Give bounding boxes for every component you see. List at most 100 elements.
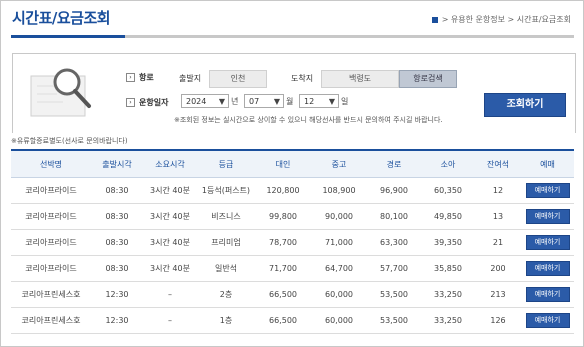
senior-fare: 80,100 (367, 203, 421, 230)
remaining-seats: 13 (475, 203, 521, 230)
reserve-cell: 예매하기 (521, 177, 574, 204)
reserve-cell: 예매하기 (521, 307, 574, 334)
ship-name: 코리아프린세스호 (11, 281, 91, 308)
bullet-icon: › (126, 98, 135, 107)
adult-fare: 71,700 (255, 255, 311, 282)
senior-fare: 57,700 (367, 255, 421, 282)
adult-fare: 66,500 (255, 281, 311, 308)
fuel-surcharge-note: ※유류할증료별도(선사로 문의바랍니다) (11, 137, 128, 145)
remaining-seats: 200 (475, 255, 521, 282)
depart-field[interactable]: 인천 (209, 70, 267, 88)
depart-label: 출발지 (179, 74, 202, 83)
schedule-table: 선박명 출발시각 소요시각 등급 대인 중고 경로 소아 잔여석 예매 코리아프… (11, 149, 574, 334)
route-label: 항로 (139, 73, 154, 82)
adult-fare: 66,500 (255, 307, 311, 334)
chevron-down-icon: ▼ (218, 97, 225, 106)
bullet-icon: › (126, 73, 135, 82)
col-seats: 잔여석 (475, 149, 521, 178)
adult-fare: 78,700 (255, 229, 311, 256)
grade: 2층 (197, 281, 255, 308)
remaining-seats: 12 (475, 177, 521, 204)
year-unit: 년 (231, 97, 239, 106)
grade: 1등석(퍼스트) (197, 177, 255, 204)
senior-fare: 96,900 (367, 177, 421, 204)
reserve-cell: 예매하기 (521, 203, 574, 230)
duration: – (143, 281, 197, 308)
page-title: 시간표/요금조회 (12, 9, 111, 27)
reserve-button[interactable]: 예매하기 (525, 313, 570, 328)
duration: 3시간 40분 (143, 177, 197, 204)
remaining-seats: 21 (475, 229, 521, 256)
col-senior: 경로 (367, 149, 421, 178)
ship-name: 코리아프라이드 (11, 229, 91, 256)
table-row: 코리아프린세스호 12:30–2층 66,500 60,000 53,500 33,250… (11, 281, 574, 308)
col-reserve: 예매 (521, 149, 574, 178)
table-row: 코리아프라이드 08:30 3시간 40분 비즈니스 99,800 90,000 80,10… (11, 203, 574, 230)
col-grade: 등급 (197, 149, 255, 178)
reserve-cell: 예매하기 (521, 229, 574, 256)
child-fare: 33,250 (421, 307, 475, 334)
magnifier-icon (30, 68, 91, 117)
col-child: 소아 (421, 149, 475, 178)
remaining-seats: 213 (475, 281, 521, 308)
youth-fare: 60,000 (311, 281, 367, 308)
depart-time: 08:30 (91, 255, 143, 282)
senior-fare: 53,500 (367, 281, 421, 308)
ship-name: 코리아프라이드 (11, 255, 91, 282)
depart-time: 08:30 (91, 229, 143, 256)
day-unit: 일 (341, 97, 349, 106)
table-row: 코리아프라이드 08:30 3시간 40분 일반석 71,700 64,700 57,700… (11, 255, 574, 282)
date-label: 운항일자 (139, 98, 169, 107)
youth-fare: 60,000 (311, 307, 367, 334)
col-depart: 출발시각 (91, 149, 143, 178)
col-adult: 대인 (255, 149, 311, 178)
depart-time: 12:30 (91, 307, 143, 334)
duration: 3시간 40분 (143, 203, 197, 230)
table-row: 코리아프라이드 08:30 3시간 40분 1등석(퍼스트) 120,800 108,90… (11, 177, 574, 204)
breadcrumb: > 유용한 운항정보 > 시간표/요금조회 (431, 14, 571, 25)
child-fare: 33,250 (421, 281, 475, 308)
page-frame: 시간표/요금조회 > 유용한 운항정보 > 시간표/요금조회 › 항로 출발지 인… (0, 0, 584, 347)
reserve-button[interactable]: 예매하기 (525, 235, 570, 250)
ship-name: 코리아프라이드 (11, 177, 91, 204)
adult-fare: 99,800 (255, 203, 311, 230)
day-select[interactable]: 12 ▼ (299, 94, 339, 108)
remaining-seats: 126 (475, 307, 521, 334)
date-row: › 운항일자 (126, 97, 168, 108)
home-icon[interactable] (431, 16, 438, 23)
child-fare: 60,350 (421, 177, 475, 204)
reserve-button[interactable]: 예매하기 (525, 287, 570, 302)
depart-time: 12:30 (91, 281, 143, 308)
reserve-button[interactable]: 예매하기 (525, 261, 570, 276)
notice-text: ※조회된 정보는 실시간으로 상이할 수 있으니 해당선사를 반드시 문의하여 … (174, 116, 443, 124)
ship-name: 코리아프라이드 (11, 203, 91, 230)
table-row: 코리아프라이드 08:30 3시간 40분 프리미엄 78,700 71,000 63,30… (11, 229, 574, 256)
duration: 3시간 40분 (143, 229, 197, 256)
grade: 1층 (197, 307, 255, 334)
month-unit: 월 (286, 97, 294, 106)
grade: 일반석 (197, 255, 255, 282)
route-row: › 항로 (126, 72, 154, 83)
youth-fare: 90,000 (311, 203, 367, 230)
reserve-cell: 예매하기 (521, 255, 574, 282)
month-select[interactable]: 07 ▼ (244, 94, 284, 108)
depart-time: 08:30 (91, 203, 143, 230)
arrive-label: 도착지 (291, 74, 314, 83)
year-select[interactable]: 2024 ▼ (181, 94, 229, 108)
youth-fare: 64,700 (311, 255, 367, 282)
title-divider (11, 35, 574, 38)
ship-name: 코리아프린세스호 (11, 307, 91, 334)
route-search-button[interactable]: 항로검색 (399, 70, 457, 88)
col-duration: 소요시각 (143, 149, 197, 178)
reserve-button[interactable]: 예매하기 (525, 183, 570, 198)
reserve-button[interactable]: 예매하기 (525, 209, 570, 224)
col-ship: 선박명 (11, 149, 91, 178)
table-header-row: 선박명 출발시각 소요시각 등급 대인 중고 경로 소아 잔여석 예매 (11, 149, 574, 178)
duration: – (143, 307, 197, 334)
youth-fare: 71,000 (311, 229, 367, 256)
grade: 비즈니스 (197, 203, 255, 230)
arrive-field[interactable]: 백령도 (321, 70, 399, 88)
query-button[interactable]: 조회하기 (484, 93, 566, 117)
table-row: 코리아프린세스호 12:30–1층 66,500 60,000 53,500 33,250… (11, 307, 574, 334)
child-fare: 49,850 (421, 203, 475, 230)
